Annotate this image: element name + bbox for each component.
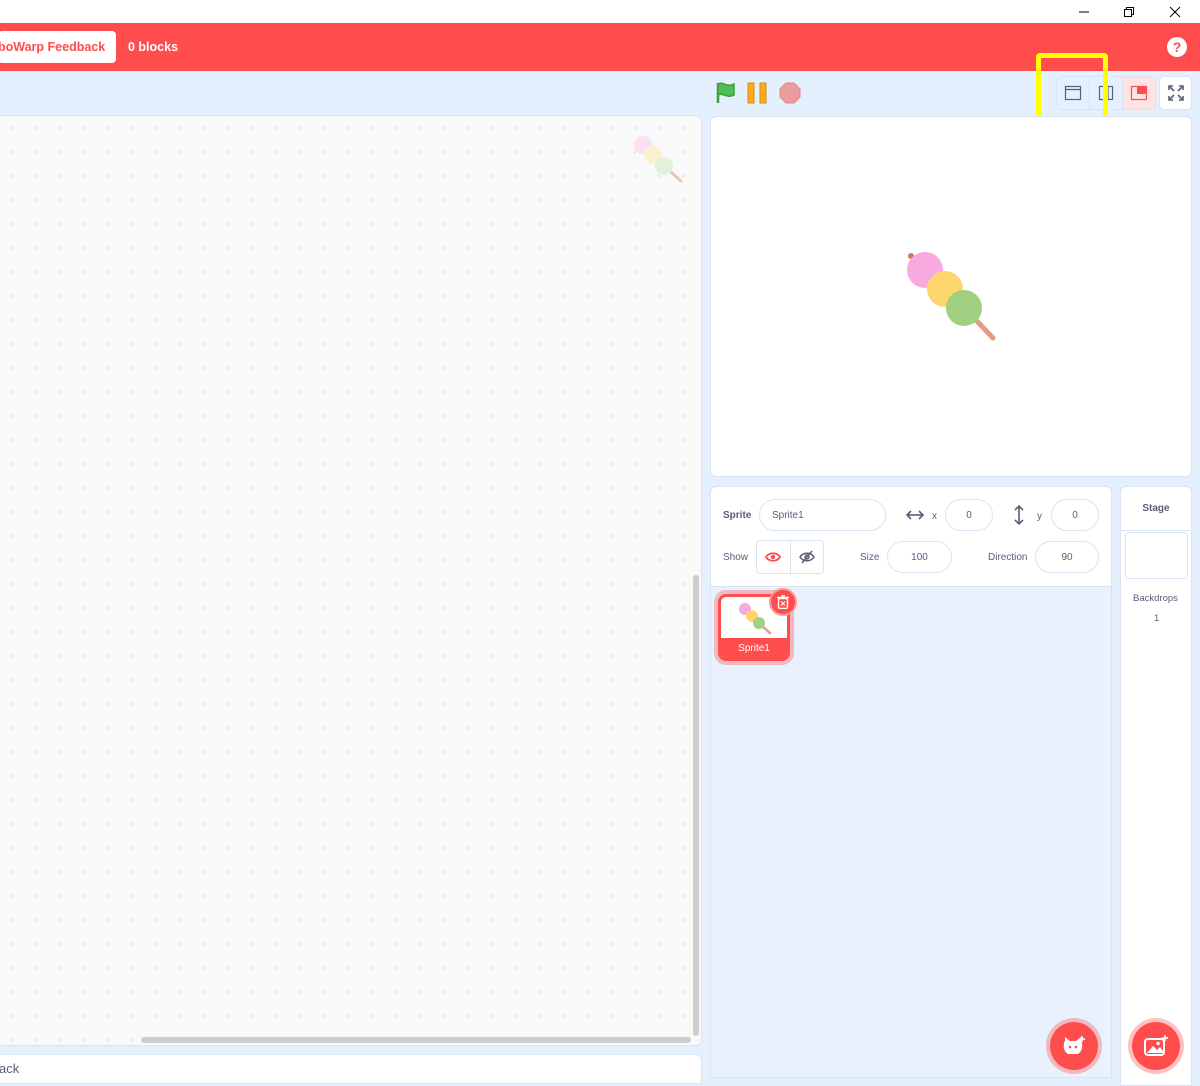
backdrop-add-icon	[1144, 1035, 1168, 1056]
green-flag-icon	[716, 82, 735, 103]
direction-value: 90	[1061, 551, 1073, 563]
x-label: x	[932, 511, 937, 522]
backpack-label: ack	[0, 1061, 20, 1076]
feedback-button[interactable]: boWarp Feedback	[0, 31, 117, 63]
vertical-arrows-icon	[1014, 505, 1024, 525]
green-flag-button[interactable]	[714, 81, 738, 110]
stage-canvas[interactable]	[710, 116, 1192, 477]
trash-icon	[777, 595, 789, 609]
backdrops-count: 1	[1154, 613, 1160, 624]
feedback-label: boWarp Feedback	[0, 40, 106, 54]
x-field[interactable]: 0	[945, 499, 993, 531]
sprite-tile-name: Sprite1	[721, 638, 787, 658]
large-stage-button[interactable]	[1123, 77, 1155, 109]
stop-button[interactable]	[779, 82, 801, 109]
stage-panel-title: Stage	[1121, 487, 1191, 531]
sprite-corner-icon	[634, 136, 683, 183]
show-hidden-button[interactable]	[791, 541, 824, 573]
question-icon: ?	[1172, 39, 1182, 55]
window-titlebar	[0, 0, 1200, 23]
restore-button[interactable]	[1106, 0, 1152, 23]
sprite-name-field[interactable]: Sprite1	[759, 499, 886, 531]
horizontal-arrows-icon	[906, 510, 924, 520]
code-workspace[interactable]	[0, 115, 702, 1046]
size-value: 100	[911, 551, 928, 563]
size-field[interactable]: 100	[887, 541, 952, 573]
large-stage-icon	[1130, 85, 1148, 101]
workspace-vertical-scrollbar[interactable]	[693, 575, 699, 1036]
pause-icon	[747, 82, 767, 104]
cat-add-icon	[1063, 1036, 1085, 1054]
y-value: 0	[1072, 509, 1078, 521]
sprite-name-value: Sprite1	[772, 509, 804, 521]
direction-label: Direction	[988, 552, 1028, 563]
minimize-button[interactable]	[1061, 0, 1107, 23]
restore-icon	[1124, 6, 1134, 17]
y-label: y	[1037, 511, 1042, 522]
menu-bar: boWarp Feedback 0 blocks	[0, 23, 1200, 71]
show-toggle-group	[756, 540, 824, 574]
sprite-label: Sprite	[723, 510, 752, 521]
eye-slash-icon	[798, 550, 815, 564]
delete-sprite-button[interactable]	[769, 588, 797, 616]
help-button[interactable]: ?	[1167, 37, 1187, 57]
direction-field[interactable]: 90	[1035, 541, 1099, 573]
show-visible-button[interactable]	[757, 541, 791, 573]
backdrops-label: Backdrops	[1133, 593, 1178, 604]
close-window-button[interactable]	[1152, 0, 1198, 23]
show-label: Show	[723, 552, 749, 563]
minimize-icon	[1079, 11, 1089, 12]
sprite-on-stage	[907, 252, 996, 341]
fullscreen-button[interactable]	[1159, 76, 1192, 110]
fullscreen-icon	[1167, 85, 1184, 101]
close-icon	[1169, 6, 1181, 17]
stage-panel[interactable]: Stage Backdrops 1	[1120, 486, 1192, 1086]
blocks-count: 0 blocks	[128, 40, 179, 54]
choose-backdrop-button[interactable]	[1132, 1022, 1180, 1070]
backpack-bar[interactable]: ack	[0, 1054, 702, 1084]
pause-button[interactable]	[746, 82, 770, 109]
choose-sprite-button[interactable]	[1050, 1022, 1098, 1070]
workspace-horizontal-scrollbar[interactable]	[141, 1037, 691, 1043]
eye-icon	[765, 552, 782, 562]
stage-thumbnail	[1125, 532, 1188, 579]
x-value: 0	[966, 509, 972, 521]
sprite-thumbnail	[739, 603, 772, 635]
y-field[interactable]: 0	[1051, 499, 1099, 531]
size-label: Size	[860, 552, 880, 563]
stop-icon	[779, 82, 801, 104]
